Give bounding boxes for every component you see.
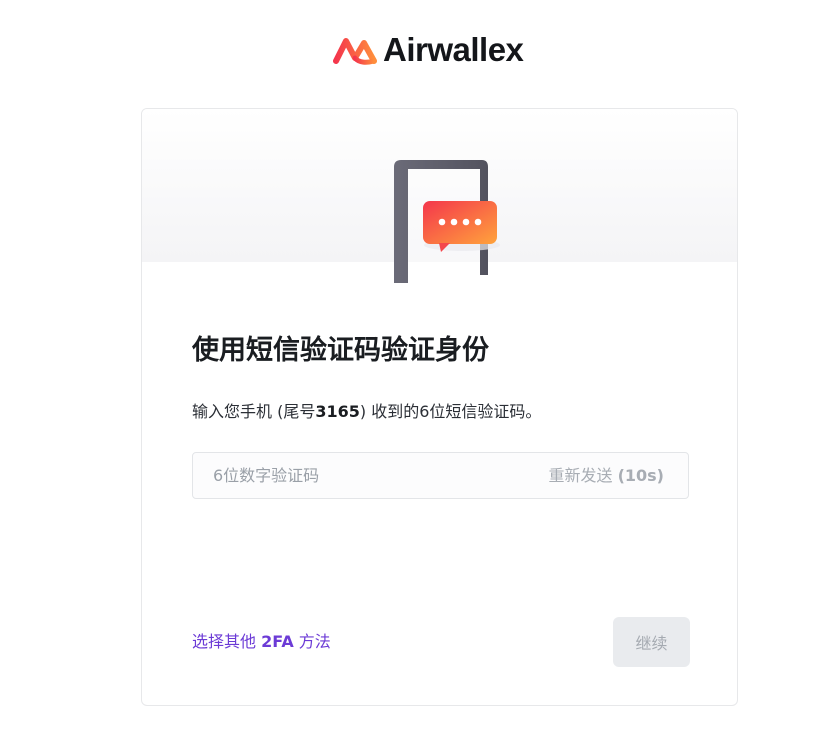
continue-button[interactable]: 继续 <box>613 617 690 667</box>
phone-sms-icon <box>394 160 500 283</box>
resend-countdown: (10s) <box>617 466 664 485</box>
brand-name: Airwallex <box>383 31 524 68</box>
description-suffix: ) 收到的6位短信验证码。 <box>359 402 542 421</box>
alt-method-bold: 2FA <box>261 632 294 651</box>
sms-code-field: 重新发送 (10s) <box>192 452 689 499</box>
verification-card: 使用短信验证码验证身份 输入您手机 (尾号3165) 收到的6位短信验证码。 重… <box>141 108 738 706</box>
alt-method-prefix: 选择其他 <box>192 632 262 651</box>
phone-suffix: 3165 <box>315 402 360 421</box>
airwallex-logo-icon <box>333 38 377 65</box>
description-prefix: 输入您手机 (尾号 <box>192 402 316 421</box>
alt-method-suffix: 方法 <box>293 632 331 651</box>
airwallex-logo: Airwallex <box>333 30 524 70</box>
sms-code-input[interactable] <box>193 453 533 498</box>
resend-label: 重新发送 <box>548 466 613 485</box>
choose-other-2fa-link[interactable]: 选择其他 2FA 方法 <box>192 629 331 655</box>
resend-code-button[interactable]: 重新发送 (10s) <box>548 453 664 498</box>
verification-description: 输入您手机 (尾号3165) 收到的6位短信验证码。 <box>192 399 541 425</box>
page-title: 使用短信验证码验证身份 <box>192 335 489 366</box>
